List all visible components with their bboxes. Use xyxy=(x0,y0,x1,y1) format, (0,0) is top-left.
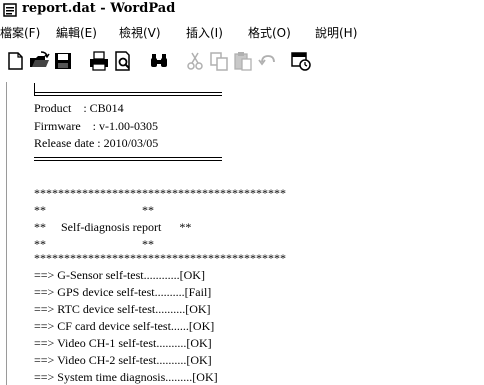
insert-datetime-icon[interactable] xyxy=(290,50,312,72)
save-icon[interactable] xyxy=(52,50,74,72)
result-video-ch2: ==> Video CH-2 self-test..........[OK] xyxy=(34,353,212,367)
menu-edit[interactable]: 編輯(E) xyxy=(56,24,97,41)
document-left-border xyxy=(6,82,7,385)
print-preview-icon[interactable] xyxy=(112,50,134,72)
bottom-rule-2 xyxy=(34,160,222,161)
undo-icon[interactable] xyxy=(256,50,278,72)
stars-line-bottom: ****************************************… xyxy=(34,251,286,265)
result-gsensor: ==> G-Sensor self-test............[OK] xyxy=(34,268,205,282)
result-video-ch1: ==> Video CH-1 self-test..........[OK] xyxy=(34,336,212,350)
menu-file[interactable]: 檔案(F) xyxy=(0,24,40,41)
menu-insert[interactable]: 插入(I) xyxy=(186,24,223,41)
menu-view[interactable]: 檢視(V) xyxy=(119,24,161,41)
banner-line-3: ** ** xyxy=(34,237,154,251)
find-icon[interactable] xyxy=(148,50,170,72)
product-line: Product : CB014 xyxy=(34,101,124,115)
copy-icon[interactable] xyxy=(208,50,230,72)
bottom-rule-1 xyxy=(34,157,222,158)
banner-line-1: ** ** xyxy=(34,203,154,217)
result-gps: ==> GPS device self-test..........[Fail] xyxy=(34,285,212,299)
top-rule-2 xyxy=(34,95,222,96)
banner-line-title: ** Self-diagnosis report ** xyxy=(34,220,192,234)
result-system-time: ==> System time diagnosis.........[OK] xyxy=(34,370,218,384)
cut-icon[interactable] xyxy=(184,50,206,72)
window-title: report.dat - WordPad xyxy=(22,1,176,16)
release-date-line: Release date : 2010/03/05 xyxy=(34,136,159,150)
toolbar xyxy=(0,44,484,76)
menu-help[interactable]: 說明(H) xyxy=(315,24,357,41)
new-document-icon[interactable] xyxy=(4,50,26,72)
top-rule-1 xyxy=(34,92,222,93)
result-rtc: ==> RTC device self-test..........[OK] xyxy=(34,302,211,316)
result-cf-card: ==> CF card device self-test......[OK] xyxy=(34,319,215,333)
open-folder-icon[interactable] xyxy=(28,50,50,72)
menu-format[interactable]: 格式(O) xyxy=(248,24,291,41)
print-icon[interactable] xyxy=(88,50,110,72)
title-bar: report.dat - WordPad xyxy=(0,0,484,21)
stars-line-top: ****************************************… xyxy=(34,186,286,200)
firmware-line: Firmware : v-1.00-0305 xyxy=(34,119,158,133)
menu-bar: 檔案(F) 編輯(E) 檢視(V) 插入(I) 格式(O) 說明(H) xyxy=(0,22,484,42)
wordpad-app-icon[interactable] xyxy=(3,3,17,17)
paste-icon[interactable] xyxy=(232,50,254,72)
